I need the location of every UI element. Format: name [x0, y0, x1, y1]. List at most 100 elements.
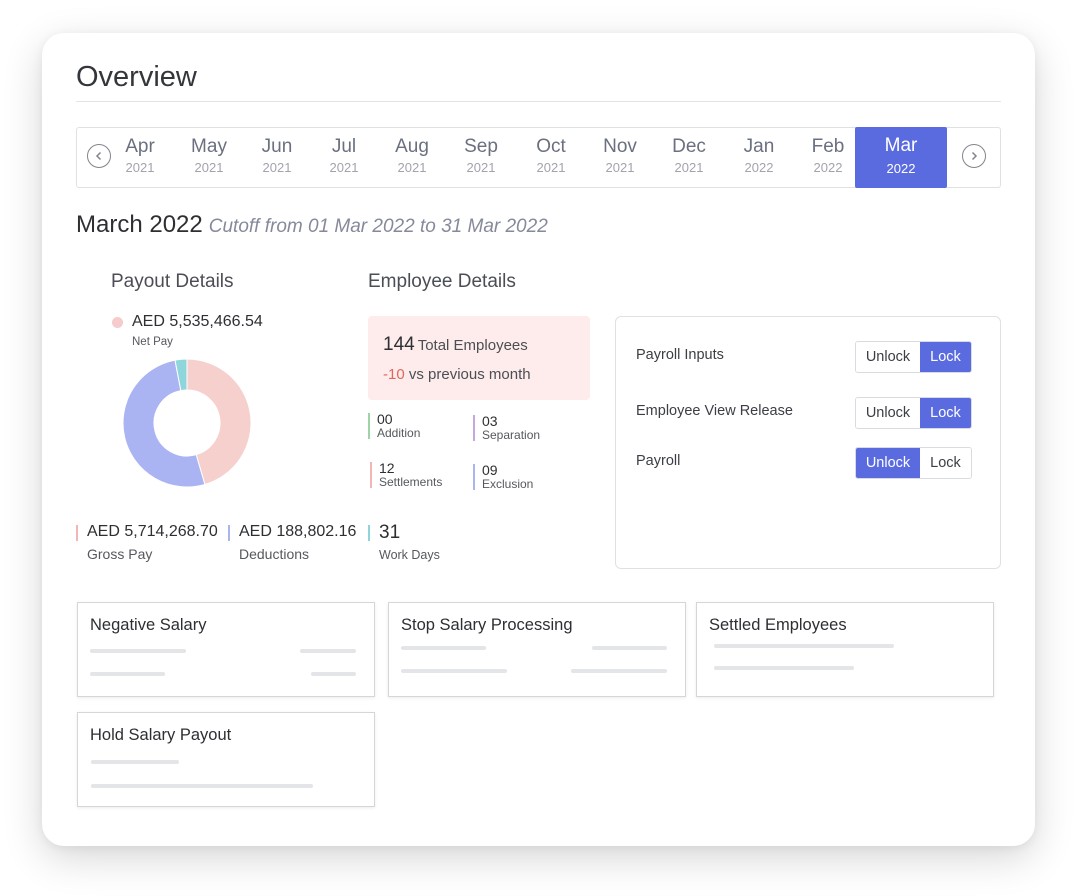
employee-delta: -10 vs previous month — [383, 366, 531, 383]
lock-controls-panel: Payroll Inputs Unlock Lock Employee View… — [615, 316, 1001, 569]
settlements-label: Settlements — [379, 475, 443, 489]
payroll-label: Payroll — [636, 453, 681, 469]
period-header: March 2022 Cutoff from 01 Mar 2022 to 31 … — [76, 211, 548, 239]
month-year: 2022 — [813, 160, 843, 175]
month-name: Sep — [464, 136, 498, 157]
month-tab[interactable]: May 2021 — [184, 128, 234, 187]
month-year: 2021 — [194, 160, 224, 175]
prev-month-button[interactable] — [87, 144, 111, 168]
payroll-inputs-label: Payroll Inputs — [636, 347, 724, 363]
chevron-right-icon — [971, 151, 978, 161]
deductions-label: Deductions — [239, 546, 310, 562]
placeholder-line — [311, 672, 356, 676]
placeholder-line — [90, 649, 186, 653]
month-year: 2021 — [262, 160, 292, 175]
tile-title: Settled Employees — [709, 616, 847, 634]
month-tab[interactable]: Jul 2021 — [319, 128, 369, 187]
settlements-marker — [370, 462, 372, 488]
month-name: Jun — [261, 136, 293, 157]
payroll-lock-button[interactable]: Lock — [920, 448, 971, 478]
placeholder-line — [714, 644, 894, 648]
month-year: 2021 — [674, 160, 704, 175]
exclusion-label: Exclusion — [482, 477, 534, 491]
employee-view-release-toggle: Unlock Lock — [855, 397, 972, 429]
month-tab[interactable]: Oct 2021 — [526, 128, 576, 187]
placeholder-line — [714, 666, 854, 670]
month-name: Oct — [536, 136, 566, 157]
month-name: May — [191, 136, 227, 157]
page-title: Overview — [76, 61, 197, 93]
month-tab[interactable]: Apr 2021 — [115, 128, 165, 187]
month-year: 2022 — [886, 161, 916, 176]
period-title: March 2022 — [76, 211, 203, 238]
total-employees-count: 144 — [383, 334, 415, 355]
payroll-inputs-lock-button[interactable]: Lock — [920, 342, 971, 372]
month-name: Aug — [395, 136, 429, 157]
hold-salary-payout-tile[interactable]: Hold Salary Payout — [77, 712, 375, 807]
month-name: Jan — [743, 136, 775, 157]
month-year: 2021 — [397, 160, 427, 175]
next-month-button[interactable] — [962, 144, 986, 168]
employee-view-release-label: Employee View Release — [636, 403, 793, 419]
tile-title: Negative Salary — [90, 616, 207, 634]
gross-pay-marker — [76, 525, 78, 541]
placeholder-line — [91, 760, 179, 764]
separation-value: 03 — [482, 413, 498, 429]
net-pay-amount: AED 5,535,466.54 — [132, 313, 263, 330]
month-tab[interactable]: Aug 2021 — [387, 128, 437, 187]
chevron-left-icon — [95, 151, 102, 161]
exclusion-marker — [473, 464, 475, 490]
settled-employees-tile[interactable]: Settled Employees — [696, 602, 994, 697]
payroll-inputs-unlock-button[interactable]: Unlock — [856, 342, 920, 372]
deductions-amount: AED 188,802.16 — [239, 523, 357, 540]
tile-title: Stop Salary Processing — [401, 616, 573, 634]
month-tab-selected[interactable]: Mar 2022 — [855, 127, 947, 188]
employee-details-heading: Employee Details — [368, 271, 516, 292]
placeholder-line — [401, 646, 486, 650]
month-year: 2021 — [466, 160, 496, 175]
month-tab[interactable]: Sep 2021 — [456, 128, 506, 187]
month-tab[interactable]: Feb 2022 — [803, 128, 853, 187]
payout-details-heading: Payout Details — [111, 271, 234, 292]
payroll-inputs-row: Payroll Inputs Unlock Lock — [636, 341, 972, 373]
month-name: Nov — [603, 136, 637, 157]
month-year: 2021 — [536, 160, 566, 175]
negative-salary-tile[interactable]: Negative Salary — [77, 602, 375, 697]
employee-view-release-lock-button[interactable]: Lock — [920, 398, 971, 428]
month-year: 2021 — [125, 160, 155, 175]
employee-view-release-unlock-button[interactable]: Unlock — [856, 398, 920, 428]
month-year: 2021 — [605, 160, 635, 175]
month-tab[interactable]: Jan 2022 — [734, 128, 784, 187]
month-name: Feb — [811, 136, 845, 157]
month-tab[interactable]: Nov 2021 — [595, 128, 645, 187]
month-selector: Apr 2021 May 2021 Jun 2021 Jul 2021 Aug … — [76, 127, 1001, 188]
month-year: 2022 — [744, 160, 774, 175]
placeholder-line — [90, 672, 165, 676]
placeholder-line — [91, 784, 313, 788]
month-tab[interactable]: Dec 2021 — [664, 128, 714, 187]
placeholder-line — [401, 669, 507, 673]
addition-value: 00 — [377, 411, 393, 427]
total-employees-card: 144 Total Employees -10 vs previous month — [368, 316, 590, 400]
separation-marker — [473, 415, 475, 441]
overview-card: Overview Apr 2021 May 2021 Jun 2021 Jul … — [42, 33, 1035, 846]
tile-title: Hold Salary Payout — [90, 726, 232, 744]
stop-salary-processing-tile[interactable]: Stop Salary Processing — [388, 602, 686, 697]
month-tab[interactable]: Jun 2021 — [252, 128, 302, 187]
gross-pay-label: Gross Pay — [87, 546, 153, 562]
deductions-marker — [228, 525, 230, 541]
placeholder-line — [592, 646, 667, 650]
month-name: Dec — [672, 136, 706, 157]
work-days-marker — [368, 525, 370, 541]
settlements-value: 12 — [379, 460, 395, 476]
placeholder-line — [571, 669, 667, 673]
payroll-unlock-button[interactable]: Unlock — [856, 448, 920, 478]
gross-pay-amount: AED 5,714,268.70 — [87, 523, 218, 540]
period-cutoff: Cutoff from 01 Mar 2022 to 31 Mar 2022 — [208, 216, 548, 237]
placeholder-line — [300, 649, 356, 653]
payroll-row: Payroll Unlock Lock — [636, 447, 972, 479]
employee-delta-label: vs previous month — [408, 366, 531, 383]
month-name: Mar — [884, 135, 918, 156]
title-divider — [76, 101, 1001, 102]
month-year: 2021 — [329, 160, 359, 175]
